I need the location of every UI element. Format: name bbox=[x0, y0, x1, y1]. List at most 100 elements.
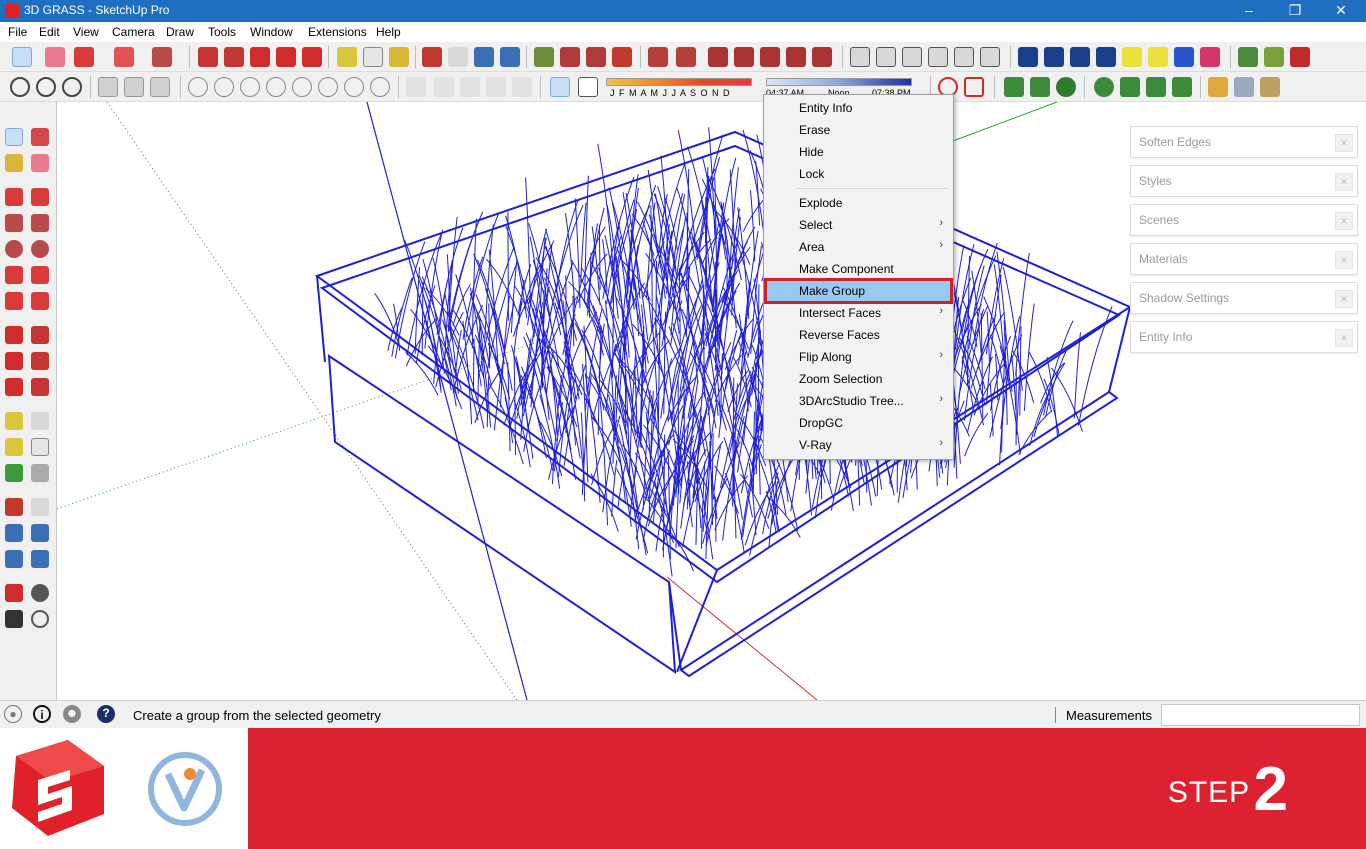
xray-style-icon[interactable] bbox=[10, 77, 30, 97]
move-icon[interactable] bbox=[250, 47, 270, 67]
bush-spawn-icon[interactable] bbox=[1146, 77, 1166, 97]
zoom-tool-icon[interactable] bbox=[5, 524, 23, 542]
back-view-icon[interactable] bbox=[954, 47, 974, 67]
stamp-icon[interactable] bbox=[708, 47, 728, 67]
protractor-icon[interactable] bbox=[5, 438, 23, 456]
polygon-icon[interactable] bbox=[31, 240, 49, 258]
pan-icon[interactable] bbox=[448, 47, 468, 67]
ctx-zoom-selection[interactable]: Zoom Selection bbox=[766, 368, 951, 390]
close-panel-icon[interactable]: ✕ bbox=[1335, 329, 1353, 347]
measurements-input[interactable] bbox=[1161, 704, 1360, 726]
orbit-icon[interactable] bbox=[422, 47, 442, 67]
position-camera-icon[interactable] bbox=[5, 584, 23, 602]
ctx-explode[interactable]: Explode bbox=[766, 192, 951, 214]
select-icon[interactable] bbox=[5, 128, 23, 146]
help-icon[interactable]: ? bbox=[97, 705, 115, 723]
orbit-tool-icon[interactable] bbox=[5, 498, 23, 516]
tape-icon[interactable] bbox=[5, 412, 23, 430]
arc-tool-icon[interactable] bbox=[5, 266, 23, 284]
arc-icon[interactable] bbox=[114, 47, 134, 67]
menu-edit[interactable]: Edit bbox=[39, 25, 60, 39]
vray-render-icon[interactable] bbox=[1018, 47, 1038, 67]
move-tool-icon[interactable] bbox=[5, 326, 23, 344]
rotate-icon[interactable] bbox=[276, 47, 296, 67]
left-view-icon[interactable] bbox=[980, 47, 1000, 67]
ctx-vray[interactable]: V-Ray › bbox=[766, 434, 951, 456]
forest-icon[interactable] bbox=[1030, 77, 1050, 97]
grid-icon[interactable] bbox=[964, 77, 984, 97]
menu-view[interactable]: View bbox=[73, 25, 99, 39]
cube-icon[interactable] bbox=[1234, 77, 1254, 97]
ctx-3darcstudio-tree[interactable]: 3DArcStudio Tree... › bbox=[766, 390, 951, 412]
grass-export-icon[interactable] bbox=[1290, 47, 1310, 67]
grass-tool-2-icon[interactable] bbox=[512, 77, 532, 97]
smoove-icon[interactable] bbox=[812, 47, 832, 67]
zoom-window-icon[interactable] bbox=[31, 524, 49, 542]
fog-toggle-icon[interactable] bbox=[578, 77, 598, 97]
shaded-icon[interactable] bbox=[124, 77, 144, 97]
photo-texture-icon[interactable] bbox=[240, 77, 260, 97]
ctx-erase[interactable]: Erase bbox=[766, 119, 951, 141]
tray-materials[interactable]: Materials ✕ bbox=[1130, 243, 1358, 275]
freehand-icon[interactable] bbox=[31, 188, 49, 206]
layer-icon[interactable] bbox=[406, 77, 426, 97]
grass-tool-icon[interactable] bbox=[486, 77, 506, 97]
make-component-icon[interactable] bbox=[31, 128, 49, 146]
tree-spawn-icon[interactable] bbox=[1094, 77, 1114, 97]
tray-styles[interactable]: Styles ✕ bbox=[1130, 165, 1358, 197]
select-tool-icon[interactable] bbox=[12, 47, 32, 67]
terrain-icon[interactable] bbox=[214, 77, 234, 97]
iso-view-icon[interactable] bbox=[850, 47, 870, 67]
box-icon[interactable] bbox=[1208, 77, 1228, 97]
rotated-rect-icon[interactable] bbox=[31, 214, 49, 232]
outliner-icon[interactable] bbox=[434, 77, 454, 97]
axes-icon[interactable] bbox=[370, 77, 390, 97]
3d-text-icon[interactable] bbox=[31, 464, 49, 482]
solid-tools-icon[interactable] bbox=[460, 77, 480, 97]
paint-icon[interactable] bbox=[5, 154, 23, 172]
warehouse-icon[interactable] bbox=[534, 47, 554, 67]
zoom-extents-tool-icon[interactable] bbox=[5, 550, 23, 568]
eraser-icon[interactable] bbox=[45, 47, 65, 67]
globe-icon[interactable] bbox=[344, 77, 364, 97]
shadows-toggle-icon[interactable] bbox=[550, 77, 570, 97]
push-pull-icon[interactable] bbox=[198, 47, 218, 67]
ctx-area[interactable]: Area › bbox=[766, 236, 951, 258]
hidden-line-icon[interactable] bbox=[98, 77, 118, 97]
tray-shadow-settings[interactable]: Shadow Settings ✕ bbox=[1130, 282, 1358, 314]
back-edges-icon[interactable] bbox=[36, 77, 56, 97]
ctx-entity-info[interactable]: Entity Info bbox=[766, 97, 951, 119]
dimension-icon[interactable] bbox=[31, 412, 49, 430]
zoom-extents-icon[interactable] bbox=[500, 47, 520, 67]
ctx-make-group[interactable]: Make Group bbox=[764, 278, 953, 304]
close-panel-icon[interactable]: ✕ bbox=[1335, 173, 1353, 191]
section-icon[interactable] bbox=[31, 610, 49, 628]
close-panel-icon[interactable]: ✕ bbox=[1335, 134, 1353, 152]
text-icon[interactable] bbox=[363, 47, 383, 67]
scale-tool-icon[interactable] bbox=[5, 378, 23, 396]
erase-icon[interactable] bbox=[31, 154, 49, 172]
rotate-tool-icon[interactable] bbox=[5, 352, 23, 370]
pencil-icon[interactable] bbox=[74, 47, 94, 67]
shadow-month-slider[interactable] bbox=[606, 78, 752, 86]
drape-icon[interactable] bbox=[734, 47, 754, 67]
text-tool-icon[interactable] bbox=[31, 438, 49, 456]
look-around-icon[interactable] bbox=[31, 584, 49, 602]
ctx-make-component[interactable]: Make Component bbox=[766, 258, 951, 280]
close-panel-icon[interactable]: ✕ bbox=[1335, 290, 1353, 308]
front-view-icon[interactable] bbox=[902, 47, 922, 67]
menu-window[interactable]: Window bbox=[250, 25, 293, 39]
grass-spawn-icon[interactable] bbox=[1120, 77, 1140, 97]
user-account-icon[interactable]: ☻ bbox=[63, 705, 81, 723]
flip-edge-icon[interactable] bbox=[786, 47, 806, 67]
pushpull-tool-icon[interactable] bbox=[31, 326, 49, 344]
send-to-layout-icon[interactable] bbox=[612, 47, 632, 67]
circle-icon[interactable] bbox=[5, 240, 23, 258]
leaf-spawn-icon[interactable] bbox=[1172, 77, 1192, 97]
menu-camera[interactable]: Camera bbox=[112, 25, 155, 39]
shadow-time-slider[interactable] bbox=[766, 78, 912, 86]
axes-tool-icon[interactable] bbox=[5, 464, 23, 482]
followme-tool-icon[interactable] bbox=[31, 352, 49, 370]
vray-options-icon[interactable] bbox=[1096, 47, 1116, 67]
tray-soften-edges[interactable]: Soften Edges ✕ bbox=[1130, 126, 1358, 158]
